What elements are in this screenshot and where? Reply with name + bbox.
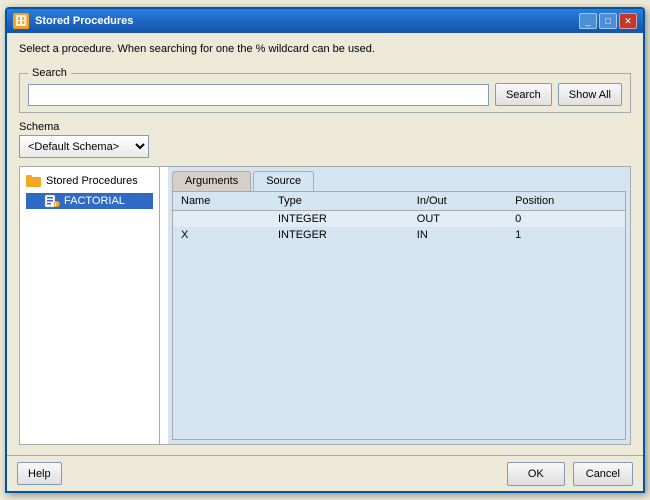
right-panel: Arguments Source Name Type In/Out	[168, 167, 630, 444]
table-row: INTEGER OUT 0	[173, 211, 625, 228]
window-icon: 🗄	[13, 13, 29, 29]
title-bar-buttons: _ □ ✕	[579, 13, 637, 29]
row1-position: 1	[507, 227, 625, 243]
row1-type: INTEGER	[270, 227, 409, 243]
procedure-icon: f	[44, 194, 60, 208]
title-bar: 🗄 Stored Procedures _ □ ✕	[7, 9, 643, 33]
search-row: Search Show All	[28, 83, 622, 106]
stored-procedures-dialog: 🗄 Stored Procedures _ □ ✕ Select a proce…	[5, 7, 645, 493]
cancel-button[interactable]: Cancel	[573, 462, 633, 486]
folder-icon	[26, 173, 42, 189]
table-row: X INTEGER IN 1	[173, 227, 625, 243]
row1-name: X	[173, 227, 270, 243]
tree-root-label: Stored Procedures	[46, 175, 138, 187]
schema-label: Schema	[19, 121, 631, 133]
schema-section: Schema <Default Schema>	[19, 121, 631, 158]
tree-root: Stored Procedures	[26, 173, 153, 189]
col-inout: In/Out	[409, 192, 507, 211]
col-type: Type	[270, 192, 409, 211]
main-content: Stored Procedures f FACTORIAL	[19, 166, 631, 445]
ok-button[interactable]: OK	[507, 462, 565, 486]
window-body: Select a procedure. When searching for o…	[7, 33, 643, 455]
search-section: Search Search Show All	[19, 67, 631, 113]
arguments-table: Name Type In/Out Position INTEGER OUT	[173, 192, 625, 243]
row0-inout: OUT	[409, 211, 507, 228]
tree-panel: Stored Procedures f FACTORIAL	[20, 167, 160, 444]
col-name: Name	[173, 192, 270, 211]
tab-content: Name Type In/Out Position INTEGER OUT	[172, 191, 626, 440]
search-input[interactable]	[28, 84, 489, 106]
close-button[interactable]: ✕	[619, 13, 637, 29]
search-legend: Search	[28, 67, 71, 79]
col-position: Position	[507, 192, 625, 211]
show-all-button[interactable]: Show All	[558, 83, 622, 106]
footer-right: OK Cancel	[507, 462, 633, 486]
description-text: Select a procedure. When searching for o…	[19, 43, 631, 55]
tabs: Arguments Source	[172, 171, 626, 191]
row0-type: INTEGER	[270, 211, 409, 228]
tab-source[interactable]: Source	[253, 171, 314, 191]
help-button[interactable]: Help	[17, 462, 62, 485]
window-title: Stored Procedures	[35, 15, 133, 27]
title-bar-left: 🗄 Stored Procedures	[13, 13, 133, 29]
footer: Help OK Cancel	[7, 455, 643, 491]
tree-item-label: FACTORIAL	[64, 195, 125, 207]
search-button[interactable]: Search	[495, 83, 552, 106]
schema-dropdown[interactable]: <Default Schema>	[19, 135, 149, 158]
minimize-button[interactable]: _	[579, 13, 597, 29]
row0-name	[173, 211, 270, 228]
row0-position: 0	[507, 211, 625, 228]
tree-item-factorial[interactable]: f FACTORIAL	[26, 193, 153, 209]
row1-inout: IN	[409, 227, 507, 243]
tab-arguments[interactable]: Arguments	[172, 171, 251, 191]
maximize-button[interactable]: □	[599, 13, 617, 29]
